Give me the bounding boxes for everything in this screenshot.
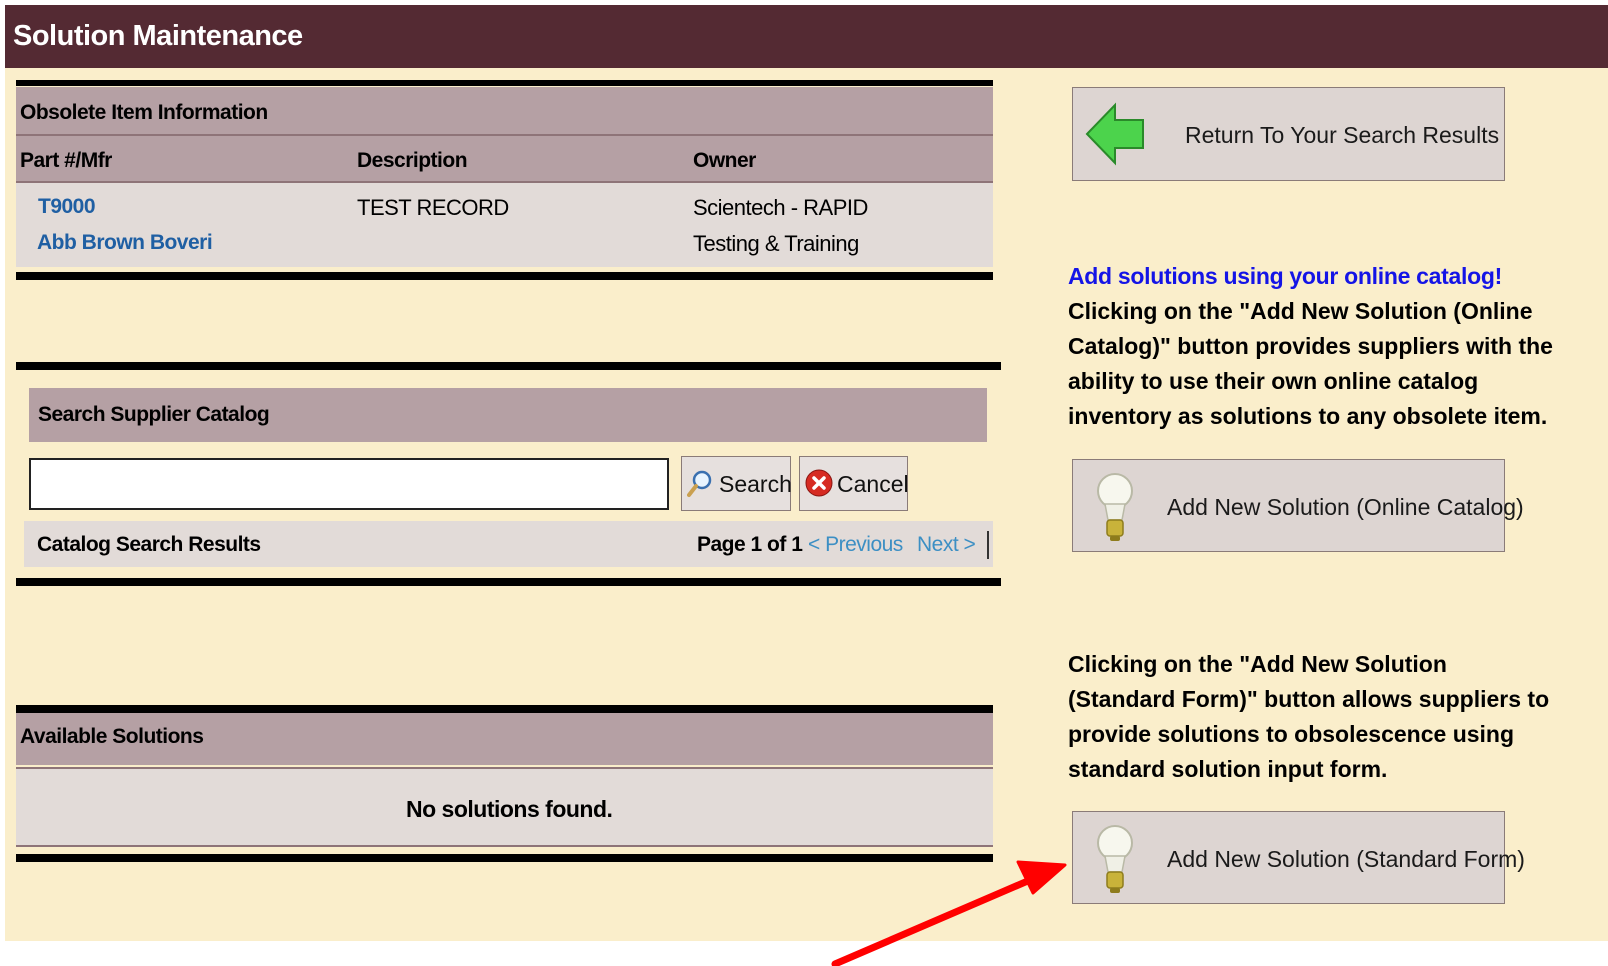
annotation-arrow [831,860,1067,966]
